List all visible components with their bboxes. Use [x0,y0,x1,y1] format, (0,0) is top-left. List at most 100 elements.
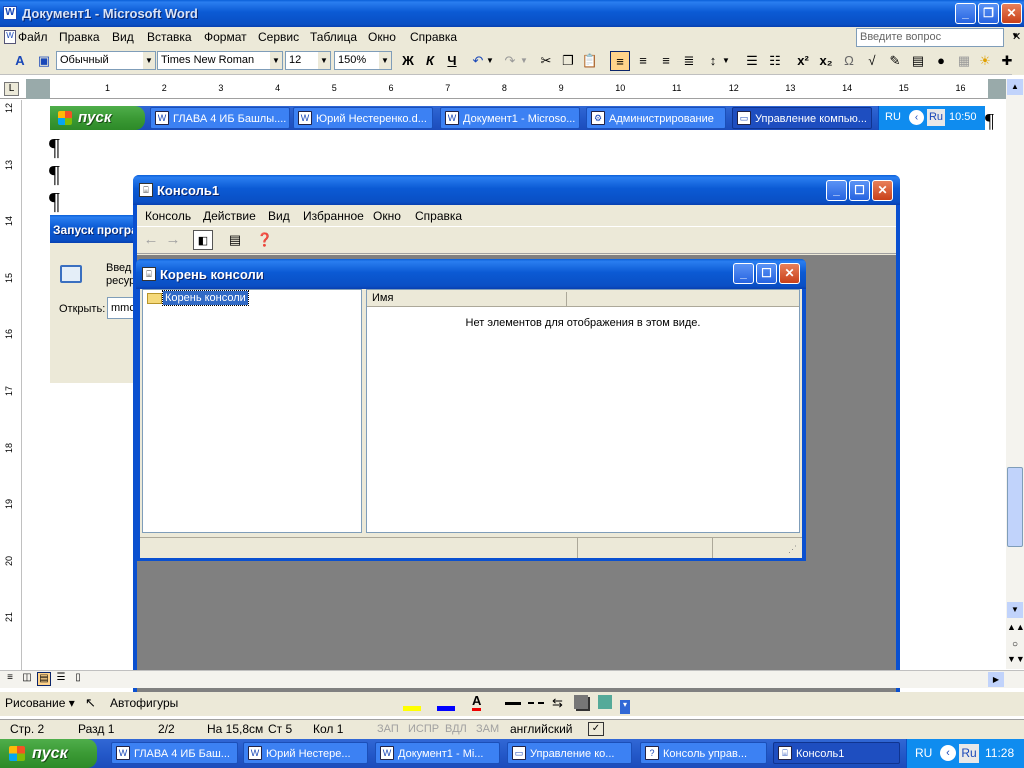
style-combo[interactable]: Обычный ▼ [56,51,156,70]
help-icon[interactable]: ❓ [255,230,275,250]
word-restore-button[interactable]: ❐ [978,3,999,24]
menu-edit[interactable]: Правка [59,27,100,47]
select-browse-object-icon[interactable]: ○ [1007,639,1023,653]
console-close-button[interactable]: ✕ [872,180,893,201]
mmc-icon[interactable]: ⌸ [139,183,153,197]
paste-icon[interactable]: 📋 [580,51,600,71]
tree-pane[interactable]: Корень консоли [142,289,362,533]
scroll-right-icon[interactable]: ▶ [988,672,1004,687]
superscript-icon[interactable]: x² [793,51,813,71]
menu-file[interactable]: Файл [18,27,48,47]
console-menu-window[interactable]: Окно [373,206,401,226]
arrow-style-icon[interactable]: ⇆ [552,695,563,711]
list-pane[interactable]: Имя Нет элементов для отображения в этом… [366,289,800,533]
console-menu-console[interactable]: Консоль [145,206,191,226]
chevron-down-icon[interactable]: ▼ [318,52,330,69]
word-close-button[interactable]: ✕ [1001,3,1022,24]
menu-insert[interactable]: Вставка [147,27,192,47]
show-tree-icon[interactable]: ◧ [193,230,213,250]
status-language[interactable]: английский [510,720,572,738]
resize-grip-icon[interactable]: ⋰ [788,544,797,555]
next-page-icon[interactable]: ▼▼ [1007,654,1024,668]
menu-tools[interactable]: Сервис [258,27,299,47]
scroll-thumb[interactable] [1007,467,1023,547]
console-minimize-button[interactable]: _ [826,180,847,201]
menu-format[interactable]: Формат [204,27,247,47]
inner-task-item[interactable]: W Юрий Нестеренко.d... [293,107,433,129]
word-app-icon[interactable]: W [3,6,17,20]
line-color-icon[interactable] [437,695,455,711]
word-doc-icon[interactable]: W [4,30,16,44]
inner-lang-indicator[interactable]: RU [885,111,901,123]
taskbar-item[interactable]: ▭ Управление ко... [507,742,632,764]
scroll-down-icon[interactable]: ▼ [1007,602,1023,618]
outline-view-icon[interactable]: ☰ [54,672,68,686]
inner-start-button[interactable]: пуск [50,106,145,130]
tree-item-console-root[interactable]: Корень консоли [162,290,249,306]
equation-icon[interactable]: √ [862,51,882,71]
previous-page-icon[interactable]: ▲▲ [1007,622,1024,636]
zoom-combo[interactable]: 150% ▼ [334,51,392,70]
copy-icon[interactable]: ❐ [558,51,578,71]
taskbar-item[interactable]: ? Консоль управ... [640,742,767,764]
insert-object-icon[interactable]: ▤ [908,51,928,71]
vertical-scrollbar[interactable]: ▲ ▼ ▲▲ ○ ▼▼ [1006,79,1024,669]
normal-view-icon[interactable]: ≡ [3,672,17,686]
console-maximize-button[interactable]: ☐ [849,180,870,201]
fill-color-icon[interactable] [403,695,421,711]
console-root-title-bar[interactable]: ⌸ Корень консоли _ ☐ ✕ [136,259,806,289]
reading-view-icon[interactable]: ▯ [71,672,85,686]
sun-icon[interactable]: ☀ [975,51,995,71]
toolbar-options-icon[interactable]: ▾ [620,700,630,714]
bold-button[interactable]: Ж [398,51,418,71]
print-layout-view-icon[interactable]: ▤ [37,672,51,686]
console-menu-favorites[interactable]: Избранное [303,206,364,226]
save-icon[interactable]: ▣ [34,51,54,71]
console-menu-view[interactable]: Вид [268,206,290,226]
console-root-close-button[interactable]: ✕ [779,263,800,284]
status-rec[interactable]: ЗАП [377,720,399,738]
tab-selector-button[interactable]: L [4,82,19,96]
lang-indicator[interactable]: RU [915,746,932,760]
pointer-icon[interactable]: ↖ [85,695,96,711]
console-title-bar[interactable]: ⌸ Консоль1 _ ☐ ✕ [133,175,900,205]
font-combo[interactable]: Times New Roman ▼ [157,51,283,70]
language-bar[interactable]: Ru [959,744,979,763]
status-ext[interactable]: ВДЛ [445,720,467,738]
align-right-button[interactable]: ≡ [656,51,676,71]
menu-view[interactable]: Вид [112,27,134,47]
font-size-combo[interactable]: 12 ▼ [285,51,331,70]
image-icon[interactable]: ▦ [954,51,974,71]
chevron-down-icon[interactable]: ▼ [379,52,391,69]
numbering-icon[interactable]: ☰ [742,51,762,71]
dash-style-icon[interactable] [528,702,544,704]
inner-lang-bar[interactable]: Ru [927,109,945,126]
chevron-down-icon[interactable]: ▼ [143,52,155,69]
inner-task-item[interactable]: ▭ Управление компью... [732,107,872,129]
menu-table[interactable]: Таблица [310,27,357,47]
vertical-ruler[interactable]: 12 13 14 15 16 17 18 19 20 21 [0,100,22,670]
horizontal-ruler[interactable]: L 1 2 3 4 5 6 7 8 9 10 11 12 13 14 15 16 [0,79,1024,99]
inner-task-item[interactable]: W ГЛАВА 4 ИБ Башлы.... [150,107,290,129]
forward-arrow-icon[interactable]: → [163,230,183,250]
chevron-left-icon[interactable]: ‹ [940,745,956,761]
close-document-icon[interactable]: ✕ [1012,30,1021,43]
console-menu-action[interactable]: Действие [203,206,256,226]
chevron-down-icon[interactable]: ▼ [720,51,732,71]
taskbar-item[interactable]: W Юрий Нестере... [243,742,368,764]
console-root-maximize-button[interactable]: ☐ [756,263,777,284]
font-color-icon[interactable]: A [472,693,482,711]
status-trk[interactable]: ИСПР [408,720,439,738]
scroll-up-icon[interactable]: ▲ [1007,79,1023,95]
web-view-icon[interactable]: ◫ [20,672,34,686]
chevron-down-icon[interactable]: ▼ [518,51,530,71]
3d-icon[interactable] [598,695,612,709]
redo-icon[interactable]: ↷ [500,51,520,71]
edit-icon[interactable]: ✎ [885,51,905,71]
mmc-icon[interactable]: ⌸ [142,267,156,281]
console-menu-help[interactable]: Справка [415,206,462,226]
chevron-left-icon[interactable]: ‹ [909,110,924,125]
styles-formatting-icon[interactable]: A [10,51,30,71]
menu-help[interactable]: Справка [410,27,457,47]
italic-button[interactable]: К [420,51,440,71]
